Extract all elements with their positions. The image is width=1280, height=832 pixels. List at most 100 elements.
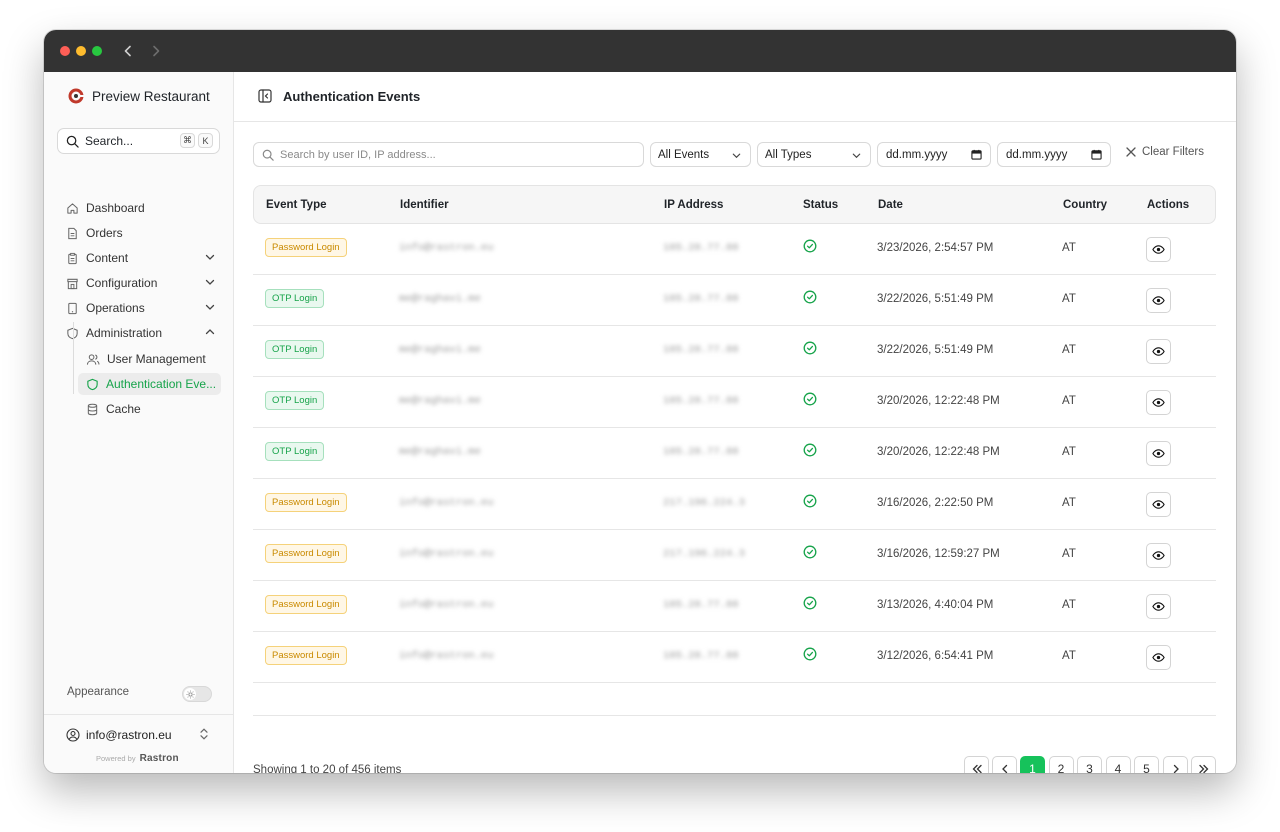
forward-icon[interactable] — [147, 42, 165, 60]
country-cell: AT — [1062, 293, 1076, 305]
sidebar-item-dashboard[interactable]: Dashboard — [66, 198, 216, 218]
search-icon — [262, 149, 274, 161]
sidebar-item-orders[interactable]: Orders — [66, 223, 216, 243]
chevron-down-icon[interactable] — [204, 301, 216, 313]
sidebar-toggle-icon[interactable] — [258, 89, 272, 103]
powered-by: Powered by Rastron — [96, 753, 179, 764]
column-header: Status — [803, 199, 839, 211]
sidebar-item-configuration[interactable]: Configuration — [66, 273, 216, 293]
ip-address-cell: 185.28.77.88 — [663, 650, 739, 662]
view-details-button[interactable] — [1146, 594, 1171, 619]
account-menu[interactable]: info@rastron.eu — [66, 728, 172, 742]
page-3-button[interactable]: 3 — [1077, 756, 1102, 773]
appearance-toggle[interactable] — [182, 686, 212, 702]
page-4-button[interactable]: 4 — [1105, 756, 1131, 773]
date-from-input[interactable]: dd.mm.yyyy — [877, 142, 991, 167]
next-page-button[interactable] — [1163, 756, 1188, 773]
close-icon — [1126, 147, 1136, 157]
sidebar-item-administration[interactable]: Administration — [66, 323, 216, 343]
eye-icon — [1152, 294, 1165, 307]
brand[interactable]: Preview Restaurant — [68, 88, 210, 104]
view-details-button[interactable] — [1146, 441, 1171, 466]
kbd-cmd: ⌘ — [180, 133, 195, 148]
event-type-badge: Password Login — [265, 595, 347, 614]
date-to-input[interactable]: dd.mm.yyyy — [997, 142, 1111, 167]
view-details-button[interactable] — [1146, 339, 1171, 364]
close-window-button[interactable] — [60, 46, 70, 56]
maximize-window-button[interactable] — [92, 46, 102, 56]
sidebar-subitem-label: Authentication Eve... — [106, 377, 217, 391]
prev-page-button[interactable] — [992, 756, 1017, 773]
sidebar-item-user-management[interactable]: User Management — [86, 349, 206, 369]
sidebar-subitem-label: User Management — [107, 352, 206, 366]
view-details-button[interactable] — [1146, 543, 1171, 568]
identifier-cell: me@raghavi.me — [399, 395, 481, 407]
shield-icon — [87, 378, 98, 390]
user-circle-icon — [66, 728, 80, 742]
brand-logo-icon — [68, 88, 84, 104]
sidebar-subitem-label: Cache — [106, 402, 141, 416]
date-cell: 3/20/2026, 12:22:48 PM — [877, 395, 1000, 407]
view-details-button[interactable] — [1146, 645, 1171, 670]
chevron-up-icon[interactable] — [204, 326, 216, 338]
sidebar-item-operations[interactable]: Operations — [66, 298, 216, 318]
chevron-down-icon[interactable] — [204, 276, 216, 288]
eye-icon — [1152, 243, 1165, 256]
last-page-button[interactable] — [1191, 756, 1216, 773]
kbd-k: K — [198, 133, 213, 148]
event-type-badge: OTP Login — [265, 391, 325, 410]
country-cell: AT — [1062, 395, 1076, 407]
check-circle-icon — [803, 494, 817, 513]
table-row: Password Login info@rastron.eu 217.196.224… — [253, 479, 1216, 530]
back-icon[interactable] — [119, 42, 137, 60]
first-page-button[interactable] — [964, 756, 989, 773]
sidebar-item-authentication-events[interactable]: Authentication Eve... — [78, 373, 221, 395]
users-icon — [86, 353, 100, 365]
country-cell: AT — [1062, 446, 1076, 458]
identifier-cell: info@rastron.eu — [399, 242, 494, 254]
date-cell: 3/23/2026, 2:54:57 PM — [877, 242, 994, 254]
calendar-icon[interactable] — [1091, 149, 1102, 160]
page-5-button[interactable]: 5 — [1134, 756, 1159, 773]
page-1-button[interactable]: 1 — [1020, 756, 1045, 773]
minimize-window-button[interactable] — [76, 46, 86, 56]
eye-icon — [1152, 498, 1165, 511]
event-type-badge: Password Login — [265, 544, 347, 563]
page-header: Authentication Events — [234, 72, 1236, 122]
event-filter-select[interactable]: All Events — [650, 142, 751, 167]
view-details-button[interactable] — [1146, 237, 1171, 262]
view-details-button[interactable] — [1146, 492, 1171, 517]
filter-search[interactable] — [253, 142, 644, 167]
appearance-label: Appearance — [67, 686, 130, 698]
ip-address-cell: 185.28.77.88 — [663, 344, 739, 356]
sidebar-item-label: Configuration — [86, 276, 158, 290]
table-row: Password Login info@rastron.eu 185.28.77.8… — [253, 632, 1216, 683]
calendar-icon[interactable] — [971, 149, 982, 160]
view-details-button[interactable] — [1146, 288, 1171, 313]
check-circle-icon — [803, 545, 817, 564]
clear-filters-button[interactable]: Clear Filters — [1126, 146, 1204, 158]
chevron-right-icon — [1173, 764, 1179, 773]
sidebar-item-content[interactable]: Content — [66, 248, 216, 268]
sidebar-item-cache[interactable]: Cache — [86, 399, 141, 419]
chevron-down-icon[interactable] — [204, 251, 216, 263]
chevron-left-icon — [1001, 764, 1007, 773]
sidebar-item-label: Operations — [86, 301, 145, 315]
sidebar-search[interactable]: Search... ⌘ K — [57, 128, 220, 154]
clipboard-icon — [68, 252, 77, 264]
chevron-updown-icon[interactable] — [198, 727, 210, 741]
date-cell: 3/12/2026, 6:54:41 PM — [877, 650, 994, 662]
type-filter-select[interactable]: All Types — [757, 142, 871, 167]
date-to-value: dd.mm.yyyy — [1006, 148, 1068, 161]
search-input[interactable] — [280, 148, 630, 161]
home-icon — [67, 202, 78, 214]
country-cell: AT — [1062, 242, 1076, 254]
app-name: Preview Restaurant — [92, 88, 210, 104]
page-2-button[interactable]: 2 — [1048, 756, 1074, 773]
type-filter-value: All Types — [765, 148, 812, 161]
sidebar-item-label: Content — [86, 251, 129, 265]
ip-address-cell: 217.196.224.3 — [663, 497, 745, 509]
view-details-button[interactable] — [1146, 390, 1171, 415]
event-type-badge: Password Login — [265, 493, 347, 512]
table-row: Password Login info@rastron.eu 185.28.77.8… — [253, 581, 1216, 632]
